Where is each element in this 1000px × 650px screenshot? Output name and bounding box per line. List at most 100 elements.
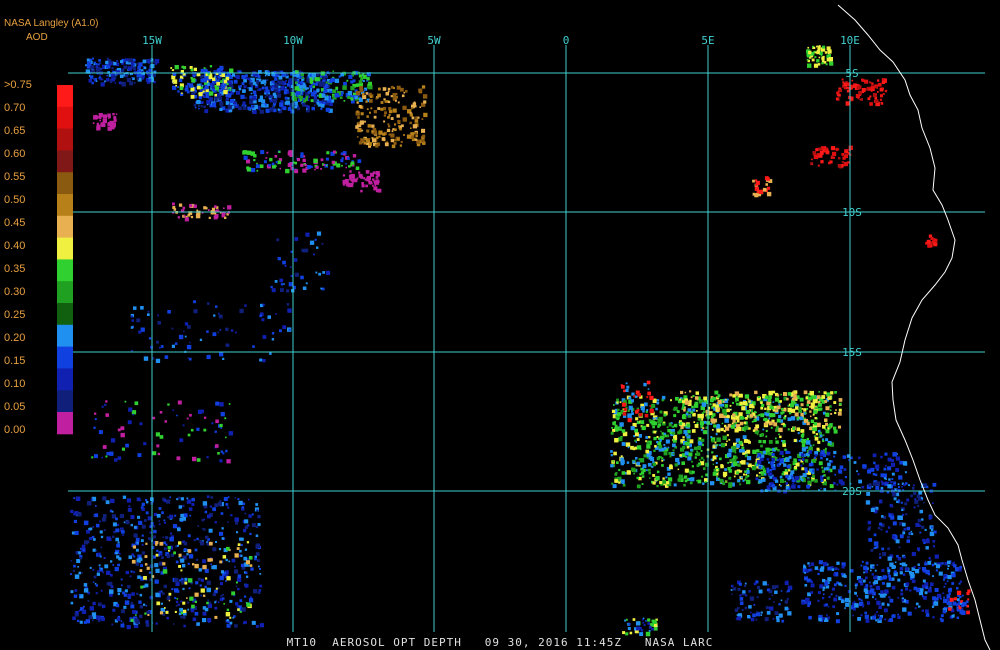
aerosol-pixel <box>716 469 719 472</box>
aerosol-pixel <box>865 561 869 565</box>
aerosol-pixel <box>907 611 912 616</box>
aerosol-pixel <box>712 445 716 449</box>
aerosol-pixel <box>183 548 187 551</box>
aerosol-pixel <box>146 501 149 504</box>
aerosol-pixel <box>242 101 246 105</box>
aerosol-pixel <box>74 530 79 535</box>
aerosol-pixel <box>306 165 311 169</box>
aerosol-pixel <box>696 422 699 424</box>
aerosol-pixel <box>893 570 897 574</box>
aerosol-pixel <box>130 515 135 520</box>
aerosol-pixel <box>118 81 122 85</box>
aerosol-pixel <box>202 90 205 93</box>
aerosol-pixel <box>646 409 649 411</box>
aerosol-pixel <box>662 477 665 480</box>
aerosol-pixel <box>902 573 906 576</box>
aerosol-pixel <box>93 426 96 429</box>
aerosol-pixel <box>922 538 926 542</box>
aerosol-pixel <box>881 547 885 551</box>
aerosol-pixel <box>895 468 900 472</box>
aerosol-pixel <box>732 401 734 404</box>
aerosol-pixel <box>862 579 866 583</box>
aerosol-pixel <box>301 76 304 79</box>
aerosol-pixel <box>725 481 727 483</box>
aerosol-pixel <box>847 161 850 164</box>
aerosol-pixel <box>359 86 363 90</box>
aerosol-pixel <box>249 87 251 89</box>
aerosol-pixel <box>701 402 707 407</box>
aerosol-pixel <box>809 415 812 418</box>
aerosol-pixel <box>278 88 281 91</box>
aerosol-pixel <box>187 608 190 611</box>
aerosol-pixel <box>202 78 207 83</box>
aerosol-pixel <box>179 607 183 612</box>
aerosol-pixel <box>816 50 820 55</box>
aerosol-pixel <box>256 559 260 562</box>
aerosol-pixel <box>649 395 654 400</box>
aerosol-pixel <box>693 446 698 451</box>
aerosol-pixel <box>157 314 159 317</box>
aerosol-pixel <box>166 554 171 558</box>
aerosol-pixel <box>76 559 81 563</box>
aerosol-pixel <box>889 618 894 622</box>
aerosol-pixel <box>830 413 833 415</box>
aerosol-pixel <box>885 530 888 533</box>
aerosol-pixel <box>906 526 911 531</box>
aerosol-pixel <box>817 63 821 66</box>
aerosol-pixel <box>228 88 231 91</box>
aerosol-pixel <box>702 482 705 485</box>
aerosol-pixel <box>630 445 634 450</box>
aerosol-pixel <box>724 424 727 428</box>
aerosol-pixel <box>796 416 800 420</box>
aerosol-pixel <box>784 415 787 417</box>
aerosol-pixel <box>858 479 862 484</box>
aerosol-pixel <box>404 90 408 93</box>
aerosol-pixel <box>284 264 287 267</box>
aerosol-pixel <box>756 456 759 459</box>
aerosol-pixel <box>132 610 136 614</box>
aerosol-pixel <box>93 63 96 66</box>
aerosol-pixel <box>258 98 262 102</box>
aerosol-pixel <box>913 484 915 487</box>
aerosol-pixel <box>127 507 132 512</box>
aerosol-pixel <box>180 569 183 572</box>
aerosol-pixel <box>127 585 131 589</box>
aerosol-pixel <box>874 613 877 616</box>
aerosol-pixel <box>858 598 861 601</box>
aerosol-pixel <box>149 58 152 61</box>
aerosol-pixel <box>701 438 705 442</box>
aerosol-pixel <box>839 402 842 406</box>
aerosol-pixel <box>349 170 352 173</box>
aerosol-pixel <box>256 509 259 512</box>
aerosol-pixel <box>661 464 664 467</box>
aerosol-pixel <box>817 429 821 433</box>
aerosol-pixel <box>820 160 824 164</box>
aerosol-pixel <box>280 283 284 286</box>
aerosol-pixel <box>690 396 693 399</box>
aerosol-pixel <box>231 558 236 563</box>
aerosol-pixel <box>110 127 113 130</box>
aerosol-pixel <box>242 150 246 155</box>
aerosol-pixel <box>765 606 769 610</box>
aerosol-pixel <box>769 606 774 611</box>
aerosol-pixel <box>774 611 779 615</box>
aerosol-pixel <box>259 573 262 575</box>
aerosol-pixel <box>310 88 312 90</box>
aerosol-pixel <box>279 167 282 170</box>
aerosol-pixel <box>287 308 292 313</box>
aerosol-pixel <box>414 119 419 123</box>
aerosol-pixel <box>307 91 311 94</box>
aerosol-pixel <box>159 611 164 615</box>
aerosol-pixel <box>295 73 300 78</box>
aerosol-pixel <box>365 170 370 174</box>
aerosol-pixel <box>122 495 127 499</box>
aerosol-pixel <box>140 539 144 543</box>
aerosol-pixel <box>388 113 391 116</box>
aerosol-pixel <box>853 607 856 611</box>
aerosol-pixel <box>748 605 752 609</box>
aerosol-pixel <box>784 606 789 611</box>
aerosol-pixel <box>268 95 271 99</box>
aerosol-pixel <box>906 498 910 502</box>
aerosol-pixel <box>239 610 242 613</box>
longitude-label: 0 <box>563 34 570 47</box>
